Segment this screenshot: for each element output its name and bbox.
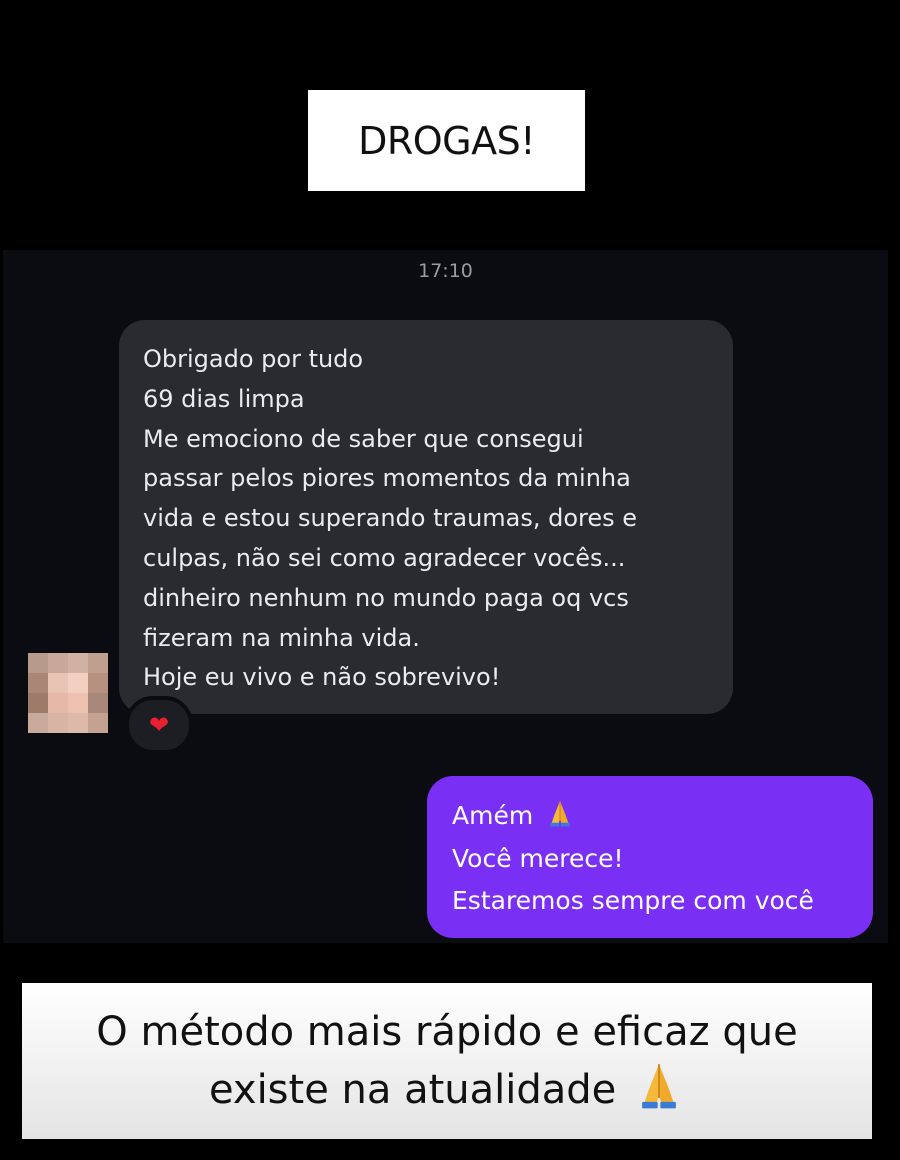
outgoing-message-bubble[interactable]: Amém Você merece! Estaremos sempre com v… xyxy=(427,776,873,938)
heart-icon: ❤ xyxy=(148,711,170,739)
message-line: fizeram na minha vida. xyxy=(143,623,420,652)
message-line: passar pelos piores momentos da minha xyxy=(143,464,631,493)
pray-hands-icon xyxy=(642,1064,676,1109)
page-title: DROGAS! xyxy=(358,118,535,163)
heart-reaction[interactable]: ❤ xyxy=(125,696,193,754)
caption-line-1: O método mais rápido e eficaz que xyxy=(96,1009,798,1055)
message-timestamp: 17:10 xyxy=(418,260,473,282)
message-line: Me emociono de saber que consegui xyxy=(143,424,584,453)
message-line: culpas, não sei como agradecer vocês... xyxy=(143,543,626,572)
caption-line-2: existe na atualidade xyxy=(208,1067,617,1113)
message-line: Amém xyxy=(452,801,534,830)
message-line: Hoje eu vivo e não sobrevivo! xyxy=(143,663,501,692)
avatar[interactable] xyxy=(28,653,108,733)
message-line: Obrigado por tudo xyxy=(143,345,364,373)
caption-banner: O método mais rápido e eficaz que existe… xyxy=(22,983,872,1139)
chat-screenshot: 17:10 Obrigado por tudo 69 dias limpa Me… xyxy=(3,250,888,943)
title-banner: DROGAS! xyxy=(308,90,585,191)
message-line: dinheiro nenhum no mundo paga oq vcs xyxy=(143,583,629,612)
caption-line-2-wrapper: existe na atualidade xyxy=(209,1059,685,1117)
pray-hands-icon xyxy=(550,801,570,827)
message-line: vida e estou superando traumas, dores e xyxy=(143,504,638,533)
message-line: Você merece! xyxy=(452,843,624,873)
message-line-with-icon: Amém xyxy=(452,795,873,838)
incoming-message-bubble[interactable]: Obrigado por tudo 69 dias limpa Me emoci… xyxy=(119,320,733,714)
message-line: 69 dias limpa xyxy=(143,384,305,413)
message-line: Estaremos sempre com você xyxy=(452,886,814,915)
